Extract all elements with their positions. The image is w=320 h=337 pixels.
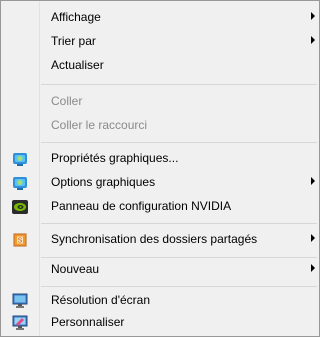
menu-item-label: Affichage	[51, 10, 101, 24]
menu-item-coller: Coller	[1, 91, 319, 113]
menu-separator	[41, 257, 317, 258]
menu-separator	[41, 223, 317, 224]
intel-graphics-icon	[12, 151, 28, 167]
menu-item-affichage[interactable]: Affichage	[1, 7, 319, 29]
menu-item-resolution-ecran[interactable]: Résolution d'écran	[1, 290, 319, 312]
menu-item-label: Résolution d'écran	[51, 293, 151, 307]
submenu-arrow-icon	[311, 234, 315, 242]
menu-separator	[41, 84, 317, 85]
menu-item-label: Synchronisation des dossiers partagés	[51, 232, 258, 246]
personalize-icon	[12, 315, 28, 331]
menu-item-panneau-nvidia[interactable]: Panneau de configuration NVIDIA	[1, 196, 319, 218]
display-resolution-icon	[12, 293, 28, 309]
menu-item-label: Coller	[51, 94, 83, 108]
menu-item-label: Personnaliser	[51, 315, 125, 329]
menu-item-coller-le-raccourci: Coller le raccourci	[1, 115, 319, 137]
menu-item-label: Nouveau	[51, 262, 100, 276]
svg-text:S: S	[18, 238, 23, 245]
menu-item-label: Coller le raccourci	[51, 118, 148, 132]
menu-item-trier-par[interactable]: Trier par	[1, 31, 319, 53]
submenu-arrow-icon	[311, 264, 315, 272]
menu-item-synchronisation-dossiers[interactable]: S Synchronisation des dossiers partagés	[1, 229, 319, 251]
menu-item-label: Trier par	[51, 34, 96, 48]
desktop-context-menu: Affichage Trier par Actualiser Coller Co…	[0, 0, 320, 337]
menu-item-proprietes-graphiques[interactable]: Propriétés graphiques...	[1, 148, 319, 170]
menu-item-actualiser[interactable]: Actualiser	[1, 55, 319, 77]
menu-item-label: Actualiser	[51, 58, 104, 72]
menu-separator	[41, 286, 317, 287]
sync-folder-icon: S	[12, 232, 28, 248]
nvidia-icon	[12, 199, 28, 215]
menu-item-personnaliser[interactable]: Personnaliser	[1, 312, 319, 334]
menu-item-label: Panneau de configuration NVIDIA	[51, 199, 232, 213]
menu-item-label: Options graphiques	[51, 175, 156, 189]
menu-item-label: Propriétés graphiques...	[51, 151, 179, 165]
menu-item-options-graphiques[interactable]: Options graphiques	[1, 172, 319, 194]
intel-graphics-icon	[12, 175, 28, 191]
menu-item-nouveau[interactable]: Nouveau	[1, 259, 319, 281]
menu-separator	[41, 142, 317, 143]
submenu-arrow-icon	[311, 12, 315, 20]
submenu-arrow-icon	[311, 177, 315, 185]
submenu-arrow-icon	[311, 36, 315, 44]
